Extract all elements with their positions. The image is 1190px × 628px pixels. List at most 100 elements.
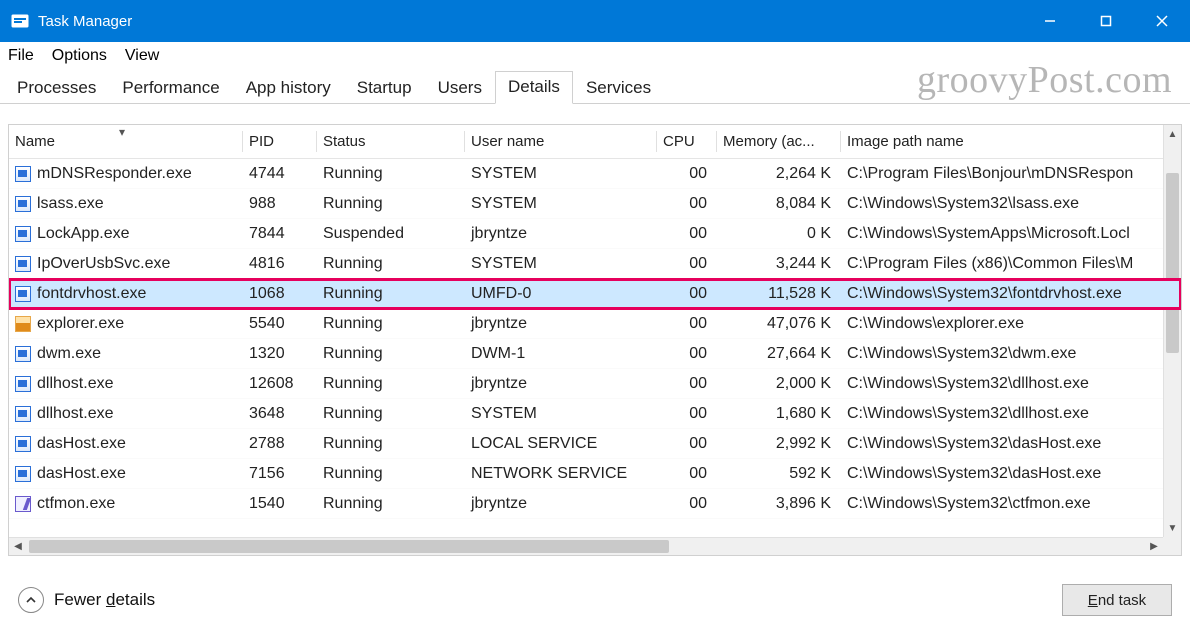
table-row[interactable]: fontdrvhost.exe1068RunningUMFD-00011,528… xyxy=(9,279,1181,309)
table-row[interactable]: IpOverUsbSvc.exe4816RunningSYSTEM003,244… xyxy=(9,249,1181,279)
cell-cpu: 00 xyxy=(657,315,717,333)
cell-name: explorer.exe xyxy=(9,315,243,333)
horizontal-scrollbar[interactable]: ◀ ▶ xyxy=(9,537,1163,555)
scroll-up-icon[interactable]: ▲ xyxy=(1164,125,1181,143)
cell-mem: 3,244 K xyxy=(717,255,841,273)
vertical-scrollbar[interactable]: ▲ ▼ xyxy=(1163,125,1181,537)
table-row[interactable]: dllhost.exe3648RunningSYSTEM001,680 KC:\… xyxy=(9,399,1181,429)
cell-name: mDNSResponder.exe xyxy=(9,165,243,183)
cell-path: C:\Program Files\Bonjour\mDNSRespon xyxy=(841,165,1181,183)
tabstrip: ProcessesPerformanceApp historyStartupUs… xyxy=(0,70,1190,104)
ctfmon-icon xyxy=(15,496,31,512)
table-row[interactable]: LockApp.exe7844Suspendedjbryntze000 KC:\… xyxy=(9,219,1181,249)
col-path[interactable]: Image path name xyxy=(841,125,1181,158)
fewer-details-toggle[interactable]: Fewer details xyxy=(18,587,155,613)
app-icon xyxy=(15,196,31,212)
minimize-button[interactable] xyxy=(1022,0,1078,42)
cell-pid: 1320 xyxy=(243,345,317,363)
cell-name: dasHost.exe xyxy=(9,435,243,453)
sort-indicator-icon: ▾ xyxy=(119,125,125,139)
cell-name: IpOverUsbSvc.exe xyxy=(9,255,243,273)
cell-user: LOCAL SERVICE xyxy=(465,435,657,453)
process-name: LockApp.exe xyxy=(37,225,130,243)
app-icon xyxy=(15,466,31,482)
cell-pid: 2788 xyxy=(243,435,317,453)
cell-mem: 592 K xyxy=(717,465,841,483)
app-icon xyxy=(15,406,31,422)
cell-path: C:\Windows\System32\dasHost.exe xyxy=(841,465,1181,483)
cell-pid: 4744 xyxy=(243,165,317,183)
maximize-button[interactable] xyxy=(1078,0,1134,42)
cell-user: SYSTEM xyxy=(465,195,657,213)
app-icon xyxy=(15,376,31,392)
cell-pid: 12608 xyxy=(243,375,317,393)
table-row[interactable]: ctfmon.exe1540Runningjbryntze003,896 KC:… xyxy=(9,489,1181,519)
cell-user: SYSTEM xyxy=(465,165,657,183)
table-row[interactable]: dasHost.exe7156RunningNETWORK SERVICE005… xyxy=(9,459,1181,489)
cell-pid: 5540 xyxy=(243,315,317,333)
menu-options[interactable]: Options xyxy=(52,47,107,65)
tab-startup[interactable]: Startup xyxy=(344,72,425,104)
col-user[interactable]: User name xyxy=(465,125,657,158)
process-name: lsass.exe xyxy=(37,195,104,213)
col-mem[interactable]: Memory (ac... xyxy=(717,125,841,158)
cell-mem: 1,680 K xyxy=(717,405,841,423)
cell-pid: 7156 xyxy=(243,465,317,483)
cell-cpu: 00 xyxy=(657,465,717,483)
cell-name: dwm.exe xyxy=(9,345,243,363)
table-row[interactable]: mDNSResponder.exe4744RunningSYSTEM002,26… xyxy=(9,159,1181,189)
cell-name: fontdrvhost.exe xyxy=(9,285,243,303)
cell-mem: 27,664 K xyxy=(717,345,841,363)
tab-services[interactable]: Services xyxy=(573,72,664,104)
table-row[interactable]: dasHost.exe2788RunningLOCAL SERVICE002,9… xyxy=(9,429,1181,459)
cell-user: SYSTEM xyxy=(465,405,657,423)
menubar: File Options View xyxy=(0,42,1190,70)
menu-view[interactable]: View xyxy=(125,47,159,65)
cell-cpu: 00 xyxy=(657,285,717,303)
explorer-icon xyxy=(15,316,31,332)
col-cpu[interactable]: CPU xyxy=(657,125,717,158)
tab-processes[interactable]: Processes xyxy=(4,72,109,104)
cell-pid: 7844 xyxy=(243,225,317,243)
menu-file[interactable]: File xyxy=(8,47,34,65)
scroll-right-icon[interactable]: ▶ xyxy=(1145,541,1163,552)
col-pid[interactable]: PID xyxy=(243,125,317,158)
table-row[interactable]: lsass.exe988RunningSYSTEM008,084 KC:\Win… xyxy=(9,189,1181,219)
cell-user: jbryntze xyxy=(465,315,657,333)
cell-cpu: 00 xyxy=(657,375,717,393)
scroll-down-icon[interactable]: ▼ xyxy=(1164,519,1181,537)
tab-app-history[interactable]: App history xyxy=(233,72,344,104)
cell-path: C:\Windows\System32\ctfmon.exe xyxy=(841,495,1181,513)
scroll-left-icon[interactable]: ◀ xyxy=(9,541,27,552)
tab-users[interactable]: Users xyxy=(425,72,495,104)
cell-status: Running xyxy=(317,315,465,333)
cell-cpu: 00 xyxy=(657,345,717,363)
table-row[interactable]: dllhost.exe12608Runningjbryntze002,000 K… xyxy=(9,369,1181,399)
cell-status: Running xyxy=(317,285,465,303)
app-icon xyxy=(15,286,31,302)
cell-cpu: 00 xyxy=(657,195,717,213)
cell-user: UMFD-0 xyxy=(465,285,657,303)
col-status[interactable]: Status xyxy=(317,125,465,158)
process-name: IpOverUsbSvc.exe xyxy=(37,255,170,273)
horizontal-scroll-thumb[interactable] xyxy=(29,540,669,553)
table-row[interactable]: explorer.exe5540Runningjbryntze0047,076 … xyxy=(9,309,1181,339)
tab-performance[interactable]: Performance xyxy=(109,72,232,104)
cell-pid: 1540 xyxy=(243,495,317,513)
cell-path: C:\Windows\System32\dwm.exe xyxy=(841,345,1181,363)
end-task-button[interactable]: End task xyxy=(1062,584,1172,616)
details-table: Name ▾ PID Status User name CPU Memory (… xyxy=(8,124,1182,556)
cell-mem: 47,076 K xyxy=(717,315,841,333)
tab-details[interactable]: Details xyxy=(495,71,573,104)
close-button[interactable] xyxy=(1134,0,1190,42)
cell-user: DWM-1 xyxy=(465,345,657,363)
cell-user: NETWORK SERVICE xyxy=(465,465,657,483)
vertical-scroll-thumb[interactable] xyxy=(1166,173,1179,353)
cell-status: Running xyxy=(317,495,465,513)
table-row[interactable]: dwm.exe1320RunningDWM-10027,664 KC:\Wind… xyxy=(9,339,1181,369)
cell-path: C:\Program Files (x86)\Common Files\M xyxy=(841,255,1181,273)
app-icon xyxy=(15,436,31,452)
col-name[interactable]: Name ▾ xyxy=(9,125,243,158)
cell-path: C:\Windows\explorer.exe xyxy=(841,315,1181,333)
cell-cpu: 00 xyxy=(657,165,717,183)
